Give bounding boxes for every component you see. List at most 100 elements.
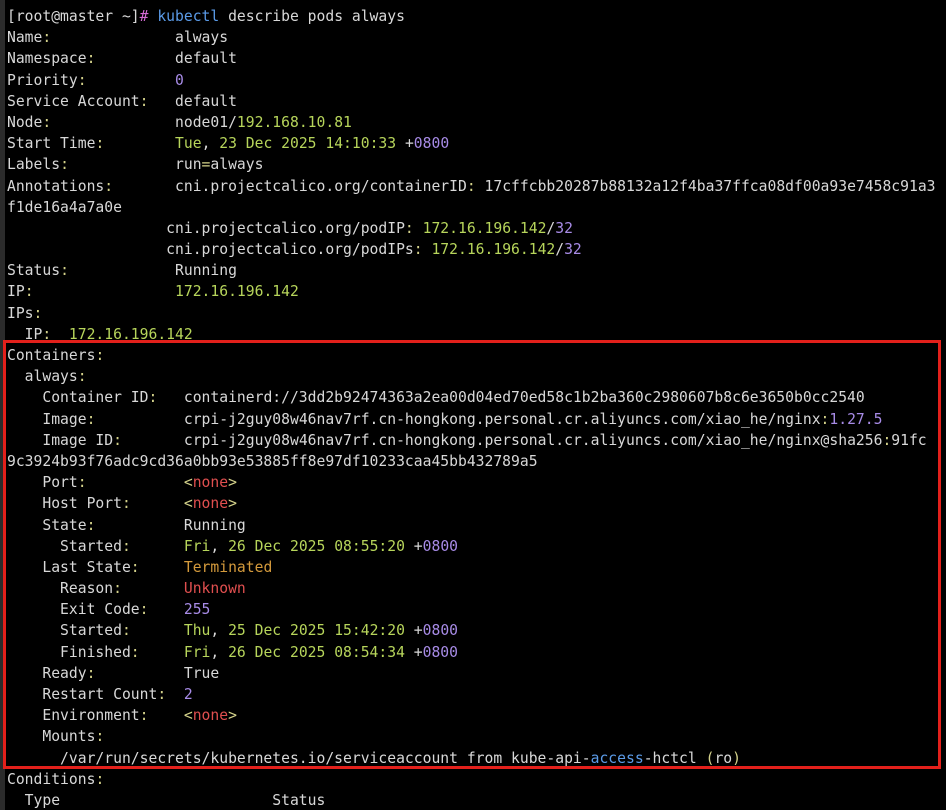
terminal-text-segment: 0 [175, 71, 184, 89]
terminal-text-segment: 9c3924b93f76adc9cd36a0bb93e53885ff8e97df… [7, 452, 538, 470]
terminal-text-segment: 0800 [422, 622, 459, 640]
terminal-line: Reason: Unknown [7, 578, 946, 599]
terminal-text-segment: cni.projectcalico.org/podIPs [7, 241, 414, 259]
terminal-text-segment: describe pods always [219, 8, 405, 25]
terminal-text-segment: 172.16.196.142 [68, 325, 193, 343]
terminal-text-segment: access [590, 749, 644, 767]
terminal-line: Container ID: containerd://3dd2b92474363… [7, 387, 946, 408]
terminal-text-segment: : [130, 643, 140, 661]
terminal-text-segment: 172.16.196.142 [422, 219, 547, 237]
terminal-line: Port: <none> [7, 472, 946, 493]
terminal-text-segment: / [555, 241, 565, 259]
terminal-text-segment: + [396, 135, 414, 153]
terminal-text-segment: : [60, 156, 69, 174]
terminal-text-segment: : [882, 431, 892, 449]
terminal-text-segment: 17cffcbb20287b88132a12f4ba37ffca08df00a9… [484, 177, 936, 195]
terminal-line: Finished: Fri, 26 Dec 2025 08:54:34 +080… [7, 642, 946, 663]
terminal-line: Mounts: [7, 726, 946, 747]
terminal-line: cni.projectcalico.org/podIP: 172.16.196.… [7, 218, 946, 239]
terminal-text-segment: Image ID [7, 431, 114, 449]
terminal-text-segment: 255 [183, 601, 211, 619]
terminal-text-segment: Finished [7, 643, 131, 661]
terminal-text-segment: : [113, 431, 122, 449]
terminal-text-segment: < [183, 707, 193, 725]
terminal-text-segment: 172.16.196.142 [431, 241, 556, 259]
terminal-text-segment: Type Status [7, 791, 326, 809]
terminal-text-segment: containerd://3dd2b92474363a2ea00d04ed70e… [157, 389, 865, 407]
terminal-text-segment: : [413, 241, 432, 259]
terminal-text-segment: : [33, 304, 43, 322]
terminal-text-segment: always [7, 368, 78, 386]
terminal-text-segment: : [42, 113, 52, 131]
terminal-text-segment: Restart Count [7, 686, 158, 703]
terminal-text-segment: crpi-j2guy08w46nav7rf.cn-hongkong.person… [95, 410, 821, 428]
terminal-text-segment: -hctcl [643, 749, 706, 767]
terminal-text-segment: > [228, 474, 237, 492]
terminal-line: Conditions: [7, 769, 946, 790]
terminal-text-segment: Running [68, 262, 237, 280]
terminal-text-segment: 91fc [891, 431, 927, 449]
terminal-line: cni.projectcalico.org/podIPs: 172.16.196… [7, 239, 946, 260]
terminal-text-segment: : [77, 71, 87, 89]
terminal-line: IP: 172.16.196.142 [7, 281, 946, 302]
terminal-text-segment: Environment [7, 707, 140, 725]
terminal-text-segment: Exit Code [7, 601, 140, 619]
terminal-line: IPs: [7, 303, 946, 324]
terminal-line: Ready: True [7, 663, 946, 684]
terminal-text-segment: Namespace [7, 50, 87, 68]
terminal-text-segment: Reason [7, 580, 114, 598]
terminal-line: IP: 172.16.196.142 [7, 324, 946, 345]
terminal-text-segment: 25 Dec 2025 15:42:20 [228, 622, 405, 640]
terminal-line: Restart Count: 2 [7, 684, 946, 705]
terminal-line: Exit Code: 255 [7, 599, 946, 620]
terminal-text-segment: f1de16a4a7a0e [7, 198, 122, 216]
terminal-text-segment: Thu [183, 622, 211, 640]
terminal-text-segment: : [95, 347, 105, 364]
terminal-text-segment: 1.27.5 [829, 410, 883, 428]
terminal-text-segment: : [121, 622, 131, 640]
terminal-text-segment: Running [95, 516, 246, 534]
terminal-line: Last State: Terminated [7, 557, 946, 578]
terminal-text-segment: , [201, 135, 220, 153]
terminal-line: Start Time: Tue, 23 Dec 2025 14:10:33 +0… [7, 133, 946, 154]
terminal-text-segment: crpi-j2guy08w46nav7rf.cn-hongkong.person… [121, 431, 883, 449]
terminal-line: f1de16a4a7a0e [7, 197, 946, 218]
terminal-text-segment: / [546, 219, 556, 237]
terminal-text-segment: IP [7, 283, 25, 301]
terminal-text-segment: Unknown [183, 580, 246, 598]
terminal-text-segment: : [113, 580, 122, 598]
terminal-window[interactable]: [root@master ~]# kubectl describe pods a… [0, 0, 946, 810]
terminal-text-segment: Port [7, 474, 78, 492]
terminal-text-segment: /var/run/secrets/kubernetes.io/serviceac… [7, 749, 591, 767]
terminal-scrollbar[interactable] [0, 0, 5, 810]
terminal-line: [root@master ~]# kubectl describe pods a… [7, 6, 946, 27]
terminal-text-segment: : [77, 368, 87, 386]
terminal-text-segment: Start Time [7, 135, 96, 153]
terminal-text-segment: : [42, 29, 52, 47]
terminal-line: Started: Fri, 26 Dec 2025 08:55:20 +0800 [7, 536, 946, 557]
terminal-text-segment: : [77, 474, 87, 492]
terminal-text-segment: Mounts [7, 728, 96, 746]
terminal-text-segment: : [24, 283, 34, 301]
terminal-text-segment: cni.projectcalico.org/podIP [7, 219, 405, 237]
terminal-line: 9c3924b93f76adc9cd36a0bb93e53885ff8e97df… [7, 451, 946, 472]
terminal-text-segment: 2 [183, 686, 193, 703]
terminal-output: [root@master ~]# kubectl describe pods a… [7, 6, 946, 810]
terminal-line: Environment: <none> [7, 705, 946, 726]
terminal-text-segment: kubectl [157, 8, 220, 25]
terminal-text-segment: Started [7, 537, 122, 555]
terminal-text-segment: [root@master ~] [7, 8, 140, 25]
terminal-text-segment: 0800 [422, 643, 458, 661]
terminal-text-segment: Containers [7, 347, 96, 364]
terminal-text-segment: Ready [7, 664, 87, 682]
terminal-text-segment: IPs [7, 304, 34, 322]
terminal-text-segment: Host Port [7, 495, 122, 513]
terminal-line: Node: node01/192.168.10.81 [7, 112, 946, 133]
terminal-text-segment: 23 Dec 2025 14:10:33 [219, 135, 397, 153]
terminal-text-segment: : [157, 686, 167, 703]
